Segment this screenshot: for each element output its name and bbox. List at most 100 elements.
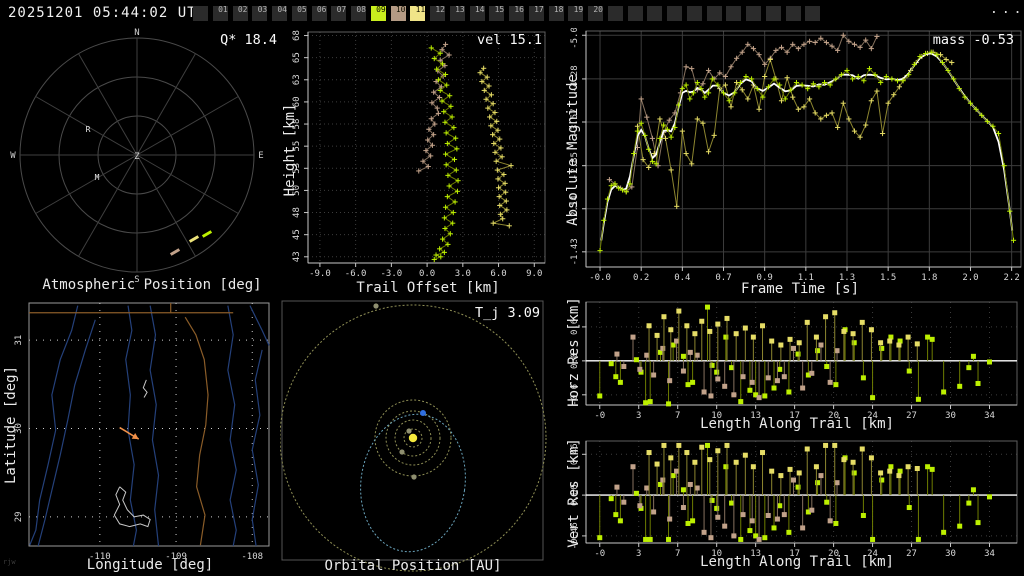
svg-text:0.4: 0.4 — [674, 273, 690, 283]
trail-offset-axis-label: Trail Offset [km] — [356, 280, 500, 296]
frame-box[interactable] — [785, 6, 801, 21]
frame-box-strip: 01 02 03 04 05 06 07 08 09 10 11 12 13 14 15 16 17 18 19 20 — [0, 0, 1024, 28]
height-axis-label: Height [km] — [282, 103, 298, 197]
svg-text:63: 63 — [292, 74, 302, 85]
longitude-axis-label: Longitude [deg] — [86, 557, 214, 573]
frame-box-12[interactable]: 12 — [430, 5, 445, 21]
svg-text:1.8: 1.8 — [921, 273, 937, 283]
svg-text:27: 27 — [906, 549, 917, 559]
mass-label: mass -0.53 — [932, 32, 1014, 48]
svg-text:-5.00: -5.00 — [570, 28, 580, 49]
light-curve-plot: -0.0 0.2 0.4 0.7 0.9 1.1 1.3 1.5 1.8 2.0 2.2-5.00-… — [570, 28, 1022, 283]
velocity-label: vel 15.1 — [476, 32, 542, 48]
svg-text:65: 65 — [292, 52, 302, 63]
horz-res-axis-label: Horz Res [km] — [566, 297, 582, 407]
frame-box-03[interactable]: 03 — [252, 5, 268, 21]
frame-box[interactable] — [193, 6, 208, 21]
frame-box-08[interactable]: 08 — [351, 5, 366, 21]
meteor-analysis-dashboard: 20251201 05:44:02 UTC 01 02 03 04 05 06 07 08 09… — [0, 0, 1024, 576]
frame-box-01[interactable]: 01 — [212, 5, 228, 21]
frame-box[interactable] — [667, 6, 682, 21]
svg-text:-3.0: -3.0 — [381, 269, 403, 279]
svg-text:3: 3 — [636, 549, 641, 559]
frame-box[interactable] — [607, 6, 623, 21]
svg-text:6.0: 6.0 — [490, 269, 506, 279]
frame-box-07[interactable]: 07 — [331, 5, 347, 21]
frame-box-17[interactable]: 17 — [528, 5, 544, 21]
svg-text:68: 68 — [292, 30, 302, 41]
svg-text:9.0: 9.0 — [526, 269, 542, 279]
magnitude-axis-label: Absolute Magnitude — [565, 74, 581, 226]
svg-text:-9.0: -9.0 — [309, 269, 331, 279]
svg-text:34: 34 — [984, 411, 995, 421]
svg-text:W: W — [10, 151, 16, 161]
frame-box-04[interactable]: 04 — [272, 5, 287, 21]
frame-box[interactable] — [765, 6, 781, 21]
svg-text:M: M — [95, 173, 100, 182]
svg-text:-0.0: -0.0 — [589, 273, 611, 283]
frame-box-14[interactable]: 14 — [469, 5, 485, 21]
residuals-plots: -0 3 7 10 13 17 20 24 27 30 340.60.0-0.6-0 3 7 10 13 17… — [570, 301, 1018, 559]
svg-text:48: 48 — [292, 207, 302, 218]
frame-box-02[interactable]: 02 — [232, 5, 248, 21]
frame-box-09[interactable]: 09 — [370, 5, 386, 21]
ground-track-map: -110 -109 -108293031 — [14, 302, 270, 562]
frame-box[interactable] — [706, 6, 722, 21]
svg-text:3.0: 3.0 — [455, 269, 471, 279]
svg-text:N: N — [134, 28, 139, 38]
frame-box-10[interactable]: 10 — [390, 5, 406, 21]
watermark: rjw — [3, 558, 16, 566]
svg-text:7: 7 — [675, 411, 680, 421]
frame-box-18[interactable]: 18 — [548, 5, 564, 21]
frame-box[interactable] — [746, 6, 761, 21]
atmospheric-position-plot: NSEW ZRM — [10, 28, 263, 285]
frame-box-15[interactable]: 15 — [489, 5, 505, 21]
svg-text:43: 43 — [292, 251, 302, 262]
q-value-label: Q* 18.4 — [220, 32, 277, 48]
overflow-menu[interactable]: ... — [990, 2, 1024, 17]
tisserand-label: T_j 3.09 — [474, 305, 540, 321]
frame-box-05[interactable]: 05 — [291, 5, 307, 21]
frame-box-06[interactable]: 06 — [311, 5, 327, 21]
frame-box-16[interactable]: 16 — [509, 5, 524, 21]
svg-text:30: 30 — [945, 411, 956, 421]
svg-text:1.5: 1.5 — [880, 273, 896, 283]
svg-text:-108: -108 — [241, 552, 263, 562]
svg-text:2.0: 2.0 — [962, 273, 978, 283]
vert-res-axis-label: Vert Res [km] — [566, 438, 582, 548]
frame-box-13[interactable]: 13 — [449, 5, 465, 21]
svg-text:0.0: 0.0 — [419, 269, 435, 279]
orbital-title: Orbital Position [AU] — [324, 558, 502, 574]
frame-box[interactable] — [627, 6, 643, 21]
svg-text:7: 7 — [675, 549, 680, 559]
svg-text:E: E — [258, 151, 263, 161]
svg-text:45: 45 — [292, 229, 302, 240]
svg-text:0.7: 0.7 — [715, 273, 731, 283]
length-axis-label-top: Length Along Trail [km] — [700, 416, 894, 432]
svg-text:30: 30 — [945, 549, 956, 559]
atmospheric-title: Atmospheric Position [deg] — [42, 277, 262, 293]
frame-box[interactable] — [726, 6, 742, 21]
frame-box[interactable] — [686, 6, 702, 21]
frame-box-11[interactable]: 11 — [410, 5, 426, 21]
orbital-position-plot — [280, 300, 547, 572]
trail-offset-plot: -9.0 -6.0 -3.0 0.0 3.0 6.0 9.04345485053555860… — [292, 30, 546, 279]
svg-text:R: R — [86, 125, 91, 134]
svg-text:-0: -0 — [594, 411, 605, 421]
svg-text:Z: Z — [134, 152, 140, 162]
svg-text:29: 29 — [14, 511, 24, 522]
frame-box-20[interactable]: 20 — [588, 5, 603, 21]
svg-text:-0: -0 — [594, 549, 605, 559]
svg-text:31: 31 — [14, 335, 24, 346]
length-axis-label-bottom: Length Along Trail [km] — [700, 554, 894, 570]
frame-time-axis-label: Frame Time [s] — [740, 281, 860, 297]
svg-text:0.2: 0.2 — [633, 273, 649, 283]
frame-box[interactable] — [805, 6, 821, 21]
svg-text:2.2: 2.2 — [1004, 273, 1020, 283]
svg-text:27: 27 — [906, 411, 917, 421]
frame-box-19[interactable]: 19 — [568, 5, 584, 21]
latitude-axis-label: Latitude [deg] — [3, 365, 19, 485]
svg-text:3: 3 — [636, 411, 641, 421]
svg-text:-6.0: -6.0 — [345, 269, 367, 279]
frame-box[interactable] — [647, 6, 663, 21]
